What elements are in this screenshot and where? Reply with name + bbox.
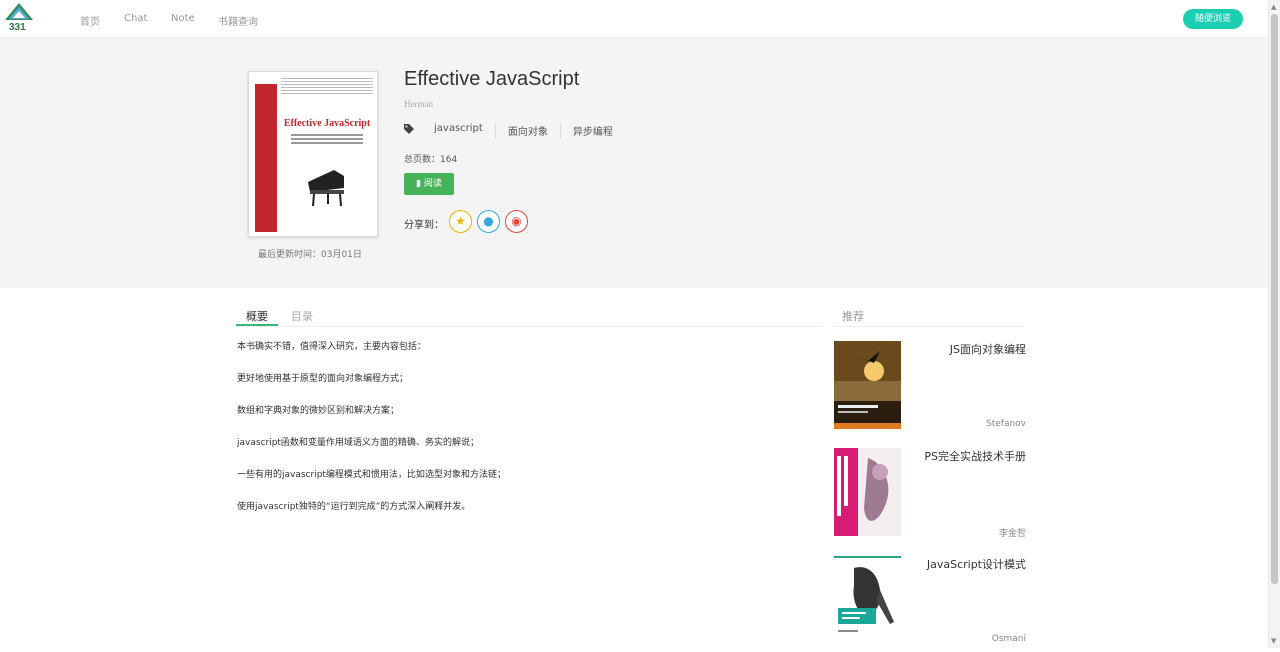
cover-text-lines <box>281 76 373 96</box>
logo-number: 331 <box>9 22 26 33</box>
last-update-time: 最后更新时间：03月01日 <box>258 250 362 260</box>
book-author[interactable]: Herman <box>404 99 433 109</box>
summary-line: 数组和字典对象的微妙区别和解决方案； <box>237 406 400 416</box>
tag-item[interactable]: 异步编程 <box>559 123 625 138</box>
summary-line: javascript函数和变量作用域语义方面的精确、务实的解说； <box>237 438 479 448</box>
weibo-icon[interactable]: ◉ <box>505 210 528 233</box>
scrollbar-thumb[interactable] <box>1271 14 1278 584</box>
book-cover[interactable]: Effective JavaScript <box>248 71 378 237</box>
cover-red-band <box>255 84 277 232</box>
nav-note[interactable]: Note <box>171 13 195 24</box>
read-button-label: 阅读 <box>423 179 442 189</box>
summary-line: 更好地使用基于原型的面向对象编程方式； <box>237 374 409 384</box>
recommend-cover[interactable] <box>834 341 901 429</box>
recommend-author: Stefanov <box>986 419 1026 429</box>
recommend-title[interactable]: JS面向对象编程 <box>950 341 1026 357</box>
recommend-header: 推荐 <box>834 305 1024 327</box>
recommend-cover[interactable] <box>834 556 901 644</box>
summary-line: 本书确实不错，值得深入研究，主要内容包括： <box>237 342 427 352</box>
scroll-up-arrow-icon[interactable]: ▲ <box>1271 3 1276 11</box>
nav-book-search[interactable]: 书籍查询 <box>218 13 258 28</box>
browse-button[interactable]: 随便浏览 <box>1183 9 1243 29</box>
cover-title: Effective JavaScript <box>283 118 371 129</box>
page-scrollbar[interactable]: ▲ ▼ <box>1268 0 1280 648</box>
summary-line: 一些有用的javascript编程模式和惯用法，比如选型对象和方法链； <box>237 470 506 480</box>
recommend-item[interactable]: JS面向对象编程 Stefanov <box>834 341 1026 437</box>
recommend-item[interactable]: PS完全实战技术手册 李金哲 <box>834 448 1026 544</box>
tag-item[interactable]: 面向对象 <box>494 123 560 138</box>
tab-active-indicator <box>236 324 278 326</box>
share-label: 分享到： <box>404 220 444 231</box>
recommend-cover[interactable] <box>834 448 901 536</box>
nav-chat[interactable]: Chat <box>124 13 147 24</box>
tab-summary[interactable]: 概要 <box>246 308 268 324</box>
tab-contents[interactable]: 目录 <box>291 308 313 324</box>
tag-list: javascript 面向对象 异步编程 <box>434 123 625 138</box>
recommend-title[interactable]: JavaScript设计模式 <box>927 556 1026 572</box>
scroll-down-arrow-icon[interactable]: ▼ <box>1271 637 1276 645</box>
tag-icon <box>404 124 414 134</box>
qq-icon[interactable]: ● <box>477 210 500 233</box>
summary-line: 使用javascript独特的“运行到完成”的方式深入阐释并发。 <box>237 502 471 512</box>
recommend-item[interactable]: JavaScript设计模式 Osmani <box>834 556 1026 652</box>
recommend-label: 推荐 <box>842 310 864 323</box>
qzone-star-icon[interactable]: ★ <box>449 210 472 233</box>
recommend-author: Osmani <box>991 634 1026 644</box>
page-count: 总页数：164 <box>404 155 458 165</box>
detail-tabs: 概要 目录 <box>236 305 822 327</box>
recommend-title[interactable]: PS完全实战技术手册 <box>924 448 1026 464</box>
piano-illustration <box>308 170 344 207</box>
book-title: Effective JavaScript <box>404 68 580 90</box>
nav-home[interactable]: 首页 <box>80 13 100 28</box>
book-header: Effective JavaScript 最后更新时间：03月01日 Effec… <box>0 38 1268 288</box>
book-icon: ▮ <box>416 179 422 189</box>
top-navbar: 331 首页 Chat Note 书籍查询 随便浏览 <box>0 0 1268 38</box>
cover-subtitle-lines <box>283 132 371 146</box>
recommend-author: 李金哲 <box>998 529 1026 539</box>
read-button[interactable]: ▮ 阅读 <box>404 173 454 195</box>
tag-item[interactable]: javascript <box>434 123 495 138</box>
